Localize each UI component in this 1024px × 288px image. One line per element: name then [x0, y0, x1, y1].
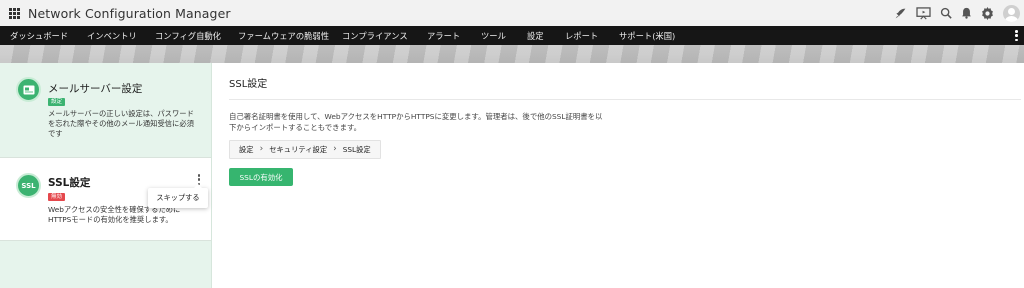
status-badge: 無効 [48, 193, 66, 201]
enable-ssl-button[interactable]: SSLの有効化 [229, 168, 293, 186]
gear-icon[interactable] [981, 6, 994, 20]
main-nav: ダッシュボード インベントリ コンフィグ自動化 ファームウェアの脆弱性 コンプラ… [0, 26, 1024, 45]
ssl-settings-description: Webアクセスの安全性を確保するために HTTPSモードの有効化を推奨します。 [48, 205, 181, 224]
nav-item-alerts[interactable]: アラート [427, 31, 460, 41]
ssl-icon-label: SSL [21, 181, 36, 190]
user-avatar-icon[interactable] [1003, 4, 1020, 22]
rocket-icon[interactable] [894, 7, 907, 20]
ssl-icon: SSL [16, 173, 41, 198]
search-icon[interactable] [940, 7, 952, 19]
presentation-icon[interactable] [916, 6, 931, 20]
breadcrumb-item[interactable]: 設定 [239, 145, 254, 155]
chevron-right-icon: › [259, 144, 264, 154]
bell-icon[interactable] [961, 7, 972, 19]
breadcrumb: 設定 › セキュリティ設定 › SSL設定 [229, 140, 381, 159]
nav-item-support[interactable]: サポート(米国) [619, 31, 675, 41]
page-description: 自己署名証明書を使用して、WebアクセスをHTTPからHTTPSに変更します。管… [229, 112, 603, 132]
nav-more-icon[interactable] [1015, 30, 1018, 41]
mail-server-icon [16, 77, 41, 102]
main-content: SSL設定 自己署名証明書を使用して、WebアクセスをHTTPからHTTPSに変… [213, 63, 1024, 288]
app-title: Network Configuration Manager [28, 5, 231, 21]
mail-server-description: メールサーバーの正しい設定は、パスワードを忘れた際やその他のメール通知受信に必須… [48, 109, 194, 138]
nav-item-settings[interactable]: 設定 [527, 31, 544, 41]
header-actions [885, 3, 1020, 23]
nav-item-firmware-vulnerability[interactable]: ファームウェアの脆弱性 [238, 31, 329, 41]
breadcrumb-item[interactable]: セキュリティ設定 [269, 145, 327, 155]
mail-server-card[interactable]: メールサーバー設定 設定 メールサーバーの正しい設定は、パスワードを忘れた際やそ… [0, 63, 211, 157]
ssl-settings-title: SSL設定 [48, 177, 91, 189]
breadcrumb-item: SSL設定 [342, 144, 371, 154]
nav-item-dashboard[interactable]: ダッシュボード [10, 31, 68, 41]
nav-item-compliance[interactable]: コンプライアンス [342, 31, 408, 41]
nav-item-tools[interactable]: ツール [481, 31, 506, 41]
apps-grid-icon[interactable] [9, 7, 20, 19]
status-badge: 設定 [48, 98, 66, 106]
top-header: Network Configuration Manager [0, 0, 1024, 26]
nav-item-inventory[interactable]: インベントリ [87, 31, 137, 41]
page-title: SSL設定 [229, 79, 268, 90]
decorative-banner [0, 45, 1024, 63]
nav-item-config-automation[interactable]: コンフィグ自動化 [155, 31, 221, 41]
setup-sidebar: メールサーバー設定 設定 メールサーバーの正しい設定は、パスワードを忘れた際やそ… [0, 63, 212, 288]
divider [229, 99, 1021, 100]
nav-item-reports[interactable]: レポート [565, 31, 598, 41]
mail-server-title: メールサーバー設定 [48, 83, 143, 95]
skip-menu-option[interactable]: スキップする [148, 184, 208, 208]
chevron-right-icon: › [333, 144, 337, 154]
